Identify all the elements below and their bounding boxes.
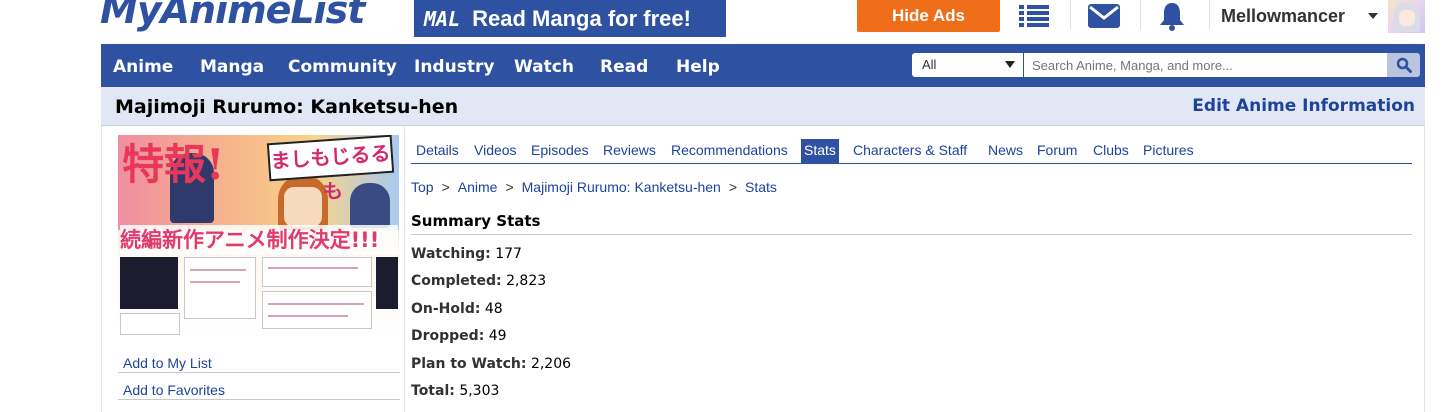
search-filter-select[interactable]: All <box>912 53 1023 77</box>
mail-icon[interactable] <box>1082 0 1126 32</box>
tab-videos[interactable]: Videos <box>471 139 520 163</box>
tab-pictures[interactable]: Pictures <box>1140 139 1197 163</box>
bell-icon[interactable] <box>1150 0 1194 32</box>
list-icon[interactable] <box>1012 0 1056 32</box>
stat-label: Watching: <box>411 246 491 262</box>
title-bar: Majimoji Rurumo: Kanketsu-hen Edit Anime… <box>101 87 1425 126</box>
tab-details[interactable]: Details <box>413 139 462 163</box>
tab-recommendations[interactable]: Recommendations <box>668 139 791 163</box>
anime-tabs: Details Videos Episodes Reviews Recommen… <box>411 138 1412 164</box>
read-manga-banner[interactable]: MAL Read Manga for free! <box>414 0 726 37</box>
tab-episodes[interactable]: Episodes <box>528 139 592 163</box>
tab-reviews[interactable]: Reviews <box>600 139 659 163</box>
breadcrumb: Top > Anime > Majimoji Rurumo: Kanketsu-hen >… <box>411 179 777 195</box>
nav-community[interactable]: Community <box>288 57 397 77</box>
stat-label: Completed: <box>411 273 502 289</box>
header-divider <box>1070 0 1071 30</box>
tab-characters-staff[interactable]: Characters & Staff <box>850 139 970 163</box>
stat-plan-to-watch: Plan to Watch: 2,206 <box>411 356 571 372</box>
stat-value: 48 <box>484 301 503 317</box>
search-button[interactable] <box>1387 53 1420 77</box>
header-divider <box>1140 0 1141 30</box>
header-divider <box>1209 0 1210 30</box>
stat-value: 177 <box>495 246 522 262</box>
banner-text: Read Manga for free! <box>472 5 691 31</box>
search-icon <box>1396 57 1412 73</box>
breadcrumb-top[interactable]: Top <box>411 179 434 195</box>
stat-dropped: Dropped: 49 <box>411 328 507 344</box>
stat-label: On-Hold: <box>411 301 481 317</box>
hide-ads-button[interactable]: Hide Ads <box>857 0 1000 32</box>
username-menu[interactable]: Mellowmancer <box>1221 6 1345 27</box>
add-to-my-list-link[interactable]: Add to My List <box>118 346 400 373</box>
cover-kanji: 特報! <box>122 140 225 189</box>
site-logo[interactable]: MyAnimeList <box>100 0 365 32</box>
search-filter-value: All <box>922 57 937 72</box>
nav-read[interactable]: Read <box>600 57 648 77</box>
content-border <box>101 126 102 412</box>
dropdown-arrow-icon <box>1005 61 1015 68</box>
chevron-down-icon[interactable] <box>1368 13 1378 19</box>
breadcrumb-title[interactable]: Majimoji Rurumo: Kanketsu-hen <box>522 179 721 195</box>
stat-label: Total: <box>411 383 455 399</box>
nav-help[interactable]: Help <box>676 57 720 77</box>
page-title: Majimoji Rurumo: Kanketsu-hen <box>115 96 459 118</box>
nav-industry[interactable]: Industry <box>414 57 494 77</box>
stat-label: Dropped: <box>411 328 485 344</box>
stat-value: 5,303 <box>459 383 500 399</box>
stat-label: Plan to Watch: <box>411 356 527 372</box>
content-border <box>1424 126 1425 412</box>
stat-on-hold: On-Hold: 48 <box>411 301 503 317</box>
anime-cover-image[interactable]: 特報! ましもじるるも 続編新作アニメ制作決定!!! <box>118 135 399 336</box>
nav-watch[interactable]: Watch <box>514 57 574 77</box>
stat-total: Total: 5,303 <box>411 383 499 399</box>
breadcrumb-stats[interactable]: Stats <box>745 179 777 195</box>
tab-forum[interactable]: Forum <box>1034 139 1080 163</box>
banner-mal-tag: MAL <box>424 6 461 31</box>
tab-news[interactable]: News <box>985 139 1026 163</box>
summary-stats-heading: Summary Stats <box>411 212 1412 235</box>
stat-watching: Watching: 177 <box>411 246 522 262</box>
stat-value: 2,206 <box>530 356 572 372</box>
stat-value: 49 <box>488 328 507 344</box>
avatar[interactable] <box>1388 0 1425 33</box>
edit-anime-info-link[interactable]: Edit Anime Information <box>1192 96 1415 116</box>
stat-value: 2,823 <box>506 273 547 289</box>
stat-completed: Completed: 2,823 <box>411 273 546 289</box>
add-to-favorites-link[interactable]: Add to Favorites <box>118 373 400 400</box>
breadcrumb-anime[interactable]: Anime <box>458 179 498 195</box>
nav-manga[interactable]: Manga <box>200 57 264 77</box>
nav-anime[interactable]: Anime <box>113 57 173 77</box>
cover-headline: 続編新作アニメ制作決定!!! <box>120 225 398 255</box>
tab-stats[interactable]: Stats <box>801 139 839 163</box>
tab-clubs[interactable]: Clubs <box>1090 139 1132 163</box>
content-divider <box>404 126 405 412</box>
search-input[interactable] <box>1024 53 1387 77</box>
